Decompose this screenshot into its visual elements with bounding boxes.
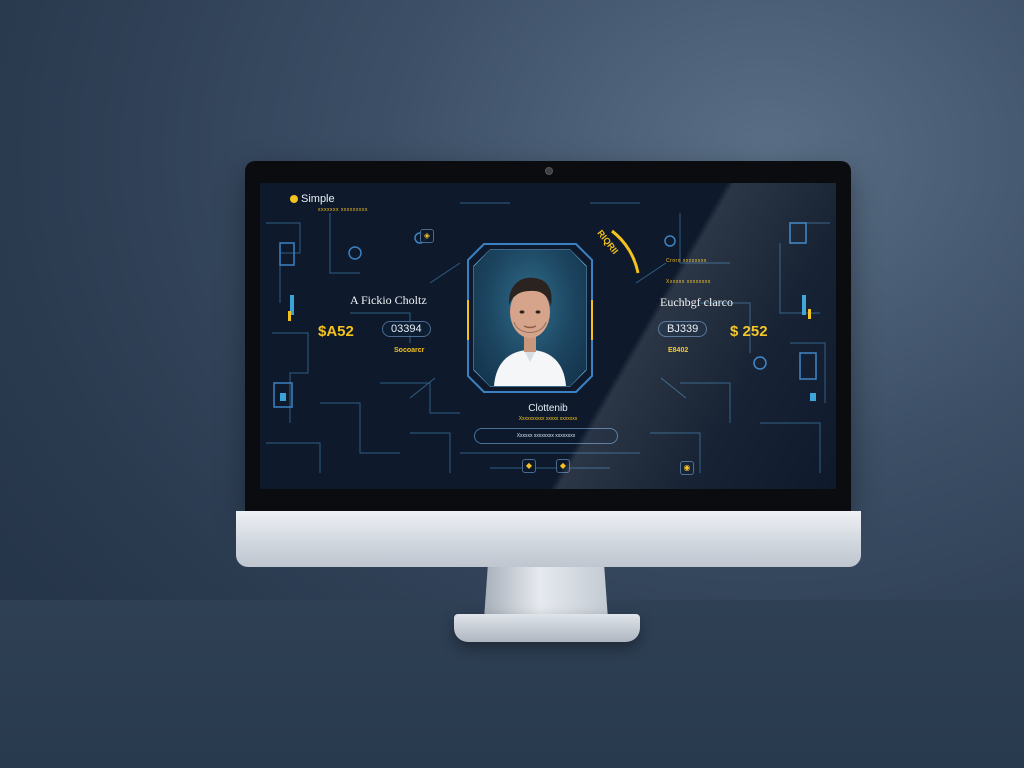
monitor-stand-neck <box>484 567 608 619</box>
profile-subtitle: Xxxxxxxxxx xxxxx xxxxxxx <box>518 416 578 422</box>
right-value-pill[interactable]: BJ339 <box>658 321 708 337</box>
left-price: $A52 <box>318 323 354 340</box>
chevron-icon[interactable]: ◈ <box>420 229 434 243</box>
monitor-chin <box>236 511 861 567</box>
camera-icon <box>545 167 553 175</box>
left-heading: A Fickio Choltz <box>350 293 427 307</box>
right-sub-label: E8402 <box>668 347 689 354</box>
screen: Simple xxxxxxx xxxxxxxxx A Fickio Choltz… <box>260 183 836 489</box>
bell-icon[interactable]: ◆ <box>522 459 536 473</box>
brand-logo[interactable]: Simple <box>290 193 335 205</box>
monitor: Simple xxxxxxx xxxxxxxxx A Fickio Choltz… <box>236 161 861 567</box>
search-input[interactable]: Xxxxxx xxxxxxxx xxxxxxxx <box>474 428 618 444</box>
monitor-stand-base <box>454 614 640 642</box>
person-avatar-icon <box>494 277 566 386</box>
profile-frame <box>464 240 596 396</box>
right-tag-2: Xxxxxx xxxxxxxx <box>666 279 711 285</box>
settings-icon[interactable]: ◆ <box>556 459 570 473</box>
avatar[interactable] <box>474 250 586 386</box>
right-tag-1: Croro xxxxxxxx <box>666 258 707 264</box>
profile-name: Clottenib <box>528 403 568 414</box>
right-price: $ 252 <box>730 323 768 340</box>
left-value-pill[interactable]: 03394 <box>382 321 431 337</box>
brand-dot-icon <box>290 195 298 204</box>
right-heading: Euchbgf clarco <box>660 295 733 309</box>
left-sub-label: Socoarcr <box>394 347 425 354</box>
gauge-icon[interactable]: ◉ <box>680 461 694 475</box>
brand-tagline: xxxxxxx xxxxxxxxx <box>318 207 368 213</box>
